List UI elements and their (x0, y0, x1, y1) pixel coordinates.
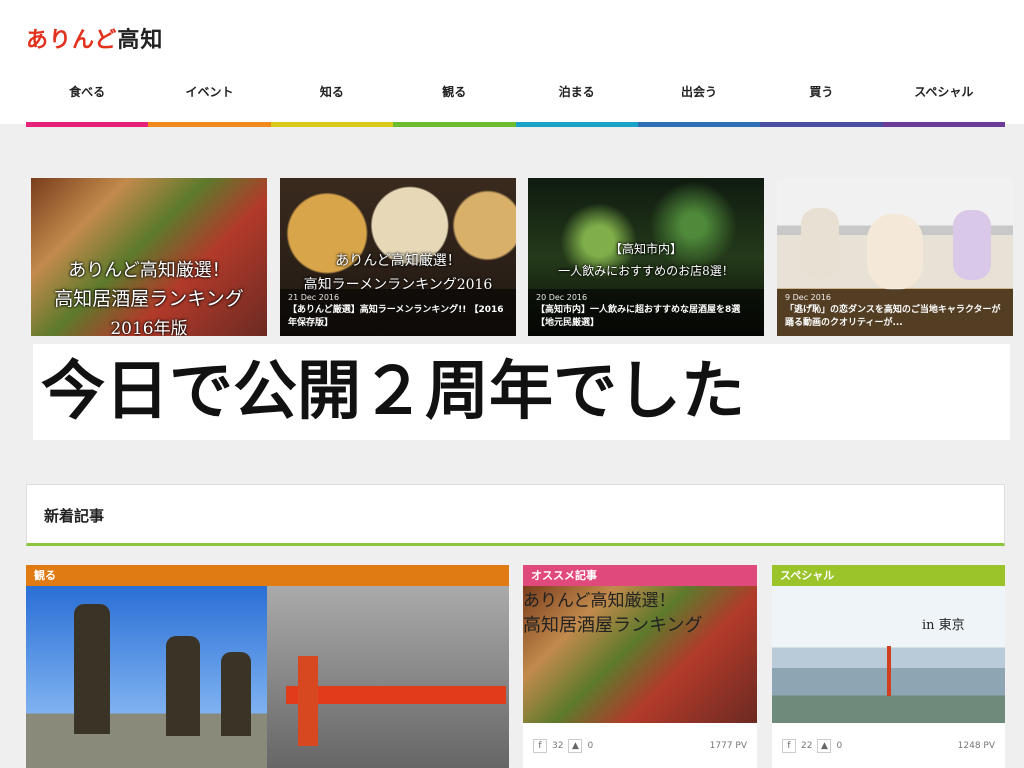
color-stripe (760, 122, 883, 127)
anniversary-banner: 今日で公開２周年でした (33, 344, 1010, 440)
article-card-recommended[interactable]: オススメ記事 ありんど高知厳選！ 高知居酒屋ランキング f 32 ▲ 0 177… (523, 565, 757, 768)
page-views: 1248 PV (957, 740, 995, 751)
color-stripe (26, 122, 149, 127)
thumbs-up-icon[interactable]: ▲ (817, 738, 832, 753)
category-label[interactable]: 観る (26, 565, 509, 586)
nav-item-event[interactable]: イベント (148, 80, 270, 104)
overlay-year: 2016年版 (110, 319, 188, 336)
food-photo: ありんど高知厳選！ 高知居酒屋ランキング (523, 586, 757, 723)
facebook-icon[interactable]: f (782, 738, 796, 753)
main-nav: 食べる イベント 知る 観る 泊まる 出会う 買う スペシャル (26, 80, 1005, 104)
statues-photo (26, 586, 509, 768)
like-count: 0 (836, 740, 843, 751)
article-title: 【ありんど厳選】高知ラーメンランキング!! 【2016年保存版】 (288, 305, 504, 328)
site-logo[interactable]: ありんど高知 (26, 22, 163, 54)
featured-article-ramen[interactable]: ありんど高知厳選！ 高知ラーメンランキング2016 21 Dec 2016 【あ… (280, 178, 516, 336)
nav-item-know[interactable]: 知る (271, 80, 393, 104)
overlay-heading: ありんど高知厳選！ (523, 591, 676, 611)
facebook-icon[interactable]: f (533, 738, 547, 753)
article-title: 【高知市内】一人飲みに超おすすめな居酒屋を8選【地元民厳選】 (536, 305, 741, 328)
overlay-text: in 東京 (922, 618, 965, 633)
nav-color-bar (26, 122, 1005, 127)
nav-item-stay[interactable]: 泊まる (516, 80, 638, 104)
color-stripe (515, 122, 638, 127)
mascot-figure (867, 214, 923, 290)
tokyo-skyline-photo: in 東京 (772, 586, 1005, 723)
section-title: 新着記事 (44, 507, 105, 525)
bridge-post (298, 656, 318, 746)
color-stripe (393, 122, 516, 127)
overlay-title: 高知居酒屋ランキング (523, 615, 703, 636)
article-card-special[interactable]: スペシャル in 東京 f 22 ▲ 0 1248 PV (772, 565, 1005, 768)
new-articles-header: 新着記事 (26, 484, 1005, 546)
color-stripe (882, 122, 1005, 127)
page-views: 1777 PV (709, 740, 747, 751)
color-stripe (148, 122, 271, 127)
nav-item-see[interactable]: 観る (393, 80, 515, 104)
featured-article-solo-drinking[interactable]: 【高知市内】 一人飲みにおすすめのお店8選！ 20 Dec 2016 【高知市内… (528, 178, 764, 336)
red-bridge-rail (286, 686, 506, 704)
nav-item-buy[interactable]: 買う (760, 80, 882, 104)
card-stats: f 32 ▲ 0 1777 PV (523, 723, 757, 768)
overlay-heading: 【高知市内】 (609, 242, 682, 256)
nav-item-eat[interactable]: 食べる (26, 80, 148, 104)
article-caption: 20 Dec 2016 【高知市内】一人飲みに超おすすめな居酒屋を8選【地元民厳… (528, 289, 764, 336)
article-caption: 21 Dec 2016 【ありんど厳選】高知ラーメンランキング!! 【2016年… (280, 289, 516, 336)
like-count: 0 (587, 740, 594, 751)
overlay-heading: ありんど高知厳選！ (335, 253, 461, 269)
card-stats: f 22 ▲ 0 1248 PV (772, 723, 1005, 768)
featured-article-mascot-dance[interactable]: 9 Dec 2016 「逃げ恥」の恋ダンスを高知のご当地キャラクターが踊る動画の… (777, 178, 1013, 336)
category-label[interactable]: スペシャル (772, 565, 1005, 586)
share-count: 32 (552, 740, 564, 751)
tokyo-tower (887, 646, 891, 696)
article-date: 21 Dec 2016 (288, 293, 340, 302)
share-count: 22 (801, 740, 813, 751)
color-stripe (270, 122, 394, 127)
category-label[interactable]: オススメ記事 (523, 565, 757, 586)
statue-figure (74, 604, 110, 734)
article-caption: 9 Dec 2016 「逃げ恥」の恋ダンスを高知のご当地キャラクターが踊る動画の… (777, 289, 1013, 336)
site-header: ありんど高知 食べる イベント 知る 観る 泊まる 出会う 買う スペシャル (0, 0, 1024, 124)
statue-figure (221, 652, 251, 736)
featured-article-izakaya[interactable]: ありんど高知厳選！ 高知居酒屋ランキング 2016年版 (31, 178, 267, 336)
article-card-see[interactable]: 観る (26, 565, 509, 768)
overlay-title: 高知居酒屋ランキング (54, 288, 244, 310)
logo-text-kana: ありんど (26, 28, 118, 53)
thumbs-up-icon[interactable]: ▲ (568, 738, 583, 753)
logo-text-kochi: 高知 (117, 28, 164, 53)
nav-item-special[interactable]: スペシャル (883, 80, 1005, 104)
article-date: 9 Dec 2016 (785, 293, 832, 302)
mascot-figure (801, 208, 839, 278)
statue-figure (166, 636, 200, 736)
article-date: 20 Dec 2016 (536, 293, 588, 302)
overlay-title: 一人飲みにおすすめのお店8選！ (558, 264, 734, 278)
overlay-heading: ありんど高知厳選！ (68, 260, 230, 281)
nav-item-meet[interactable]: 出会う (638, 80, 760, 104)
color-stripe (637, 122, 761, 127)
mascot-figure (953, 210, 991, 280)
article-title: 「逃げ恥」の恋ダンスを高知のご当地キャラクターが踊る動画のクオリティーが... (785, 305, 1001, 328)
